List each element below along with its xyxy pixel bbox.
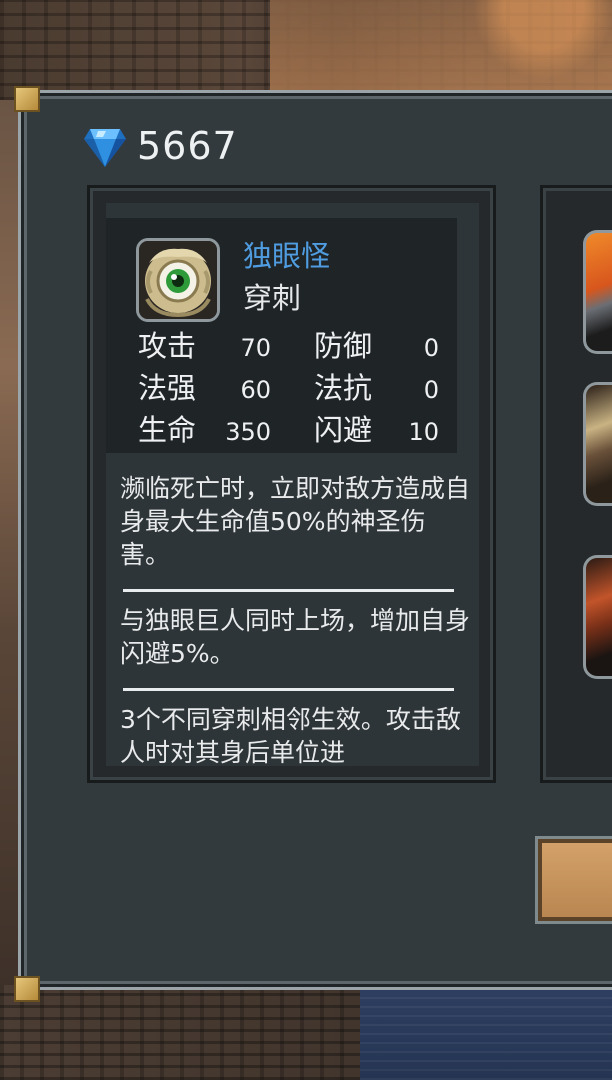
one-eyed-monster-icon bbox=[139, 241, 217, 319]
one-eyed-monster-portrait bbox=[136, 238, 220, 322]
unit-name: 独眼怪 bbox=[243, 239, 331, 273]
unit-trait: 穿刺 bbox=[243, 281, 302, 315]
unit-stat-card: 独眼怪 穿刺 攻击 70 防御 0 法强 60 法抗 0 生命 350 闪避 1… bbox=[106, 218, 457, 453]
stat-value-attack: 70 bbox=[240, 334, 271, 362]
ability-description: 濒临死亡时，立即对敌方造成自身最大生命值50%的神圣伤害。 bbox=[120, 474, 471, 569]
stat-value-health: 350 bbox=[225, 418, 271, 446]
stat-value-magic-resist: 0 bbox=[423, 376, 439, 404]
unit-detail-scroll-area[interactable]: 独眼怪 穿刺 攻击 70 防御 0 法强 60 法抗 0 生命 350 闪避 1… bbox=[106, 203, 479, 766]
window-corner-ornament bbox=[14, 976, 40, 1002]
section-divider bbox=[123, 589, 454, 592]
background-water bbox=[360, 990, 612, 1080]
stat-label-defense: 防御 bbox=[314, 329, 373, 363]
unit-slot[interactable] bbox=[583, 230, 612, 354]
stat-label-spell-power: 法强 bbox=[138, 371, 197, 405]
confirm-button[interactable] bbox=[535, 836, 612, 924]
stat-value-spell-power: 60 bbox=[240, 376, 271, 404]
diamond-icon bbox=[84, 129, 126, 167]
background-dirt bbox=[270, 0, 612, 92]
stat-label-dodge: 闪避 bbox=[314, 413, 373, 447]
diamond-count: 5667 bbox=[137, 124, 238, 168]
trait-description: 3个不同穿刺相邻生效。攻击敌人时对其身后单位进 bbox=[120, 705, 461, 766]
stat-label-attack: 攻击 bbox=[138, 329, 197, 363]
window-corner-ornament bbox=[14, 86, 40, 112]
synergy-description: 与独眼巨人同时上场，增加自身闪避5%。 bbox=[120, 606, 471, 668]
unit-slot[interactable] bbox=[583, 555, 612, 679]
stat-value-dodge: 10 bbox=[408, 418, 439, 446]
stat-label-magic-resist: 法抗 bbox=[314, 371, 373, 405]
stat-label-health: 生命 bbox=[138, 413, 197, 447]
unit-slot[interactable] bbox=[583, 382, 612, 506]
section-divider bbox=[123, 688, 454, 691]
stat-value-defense: 0 bbox=[423, 334, 439, 362]
